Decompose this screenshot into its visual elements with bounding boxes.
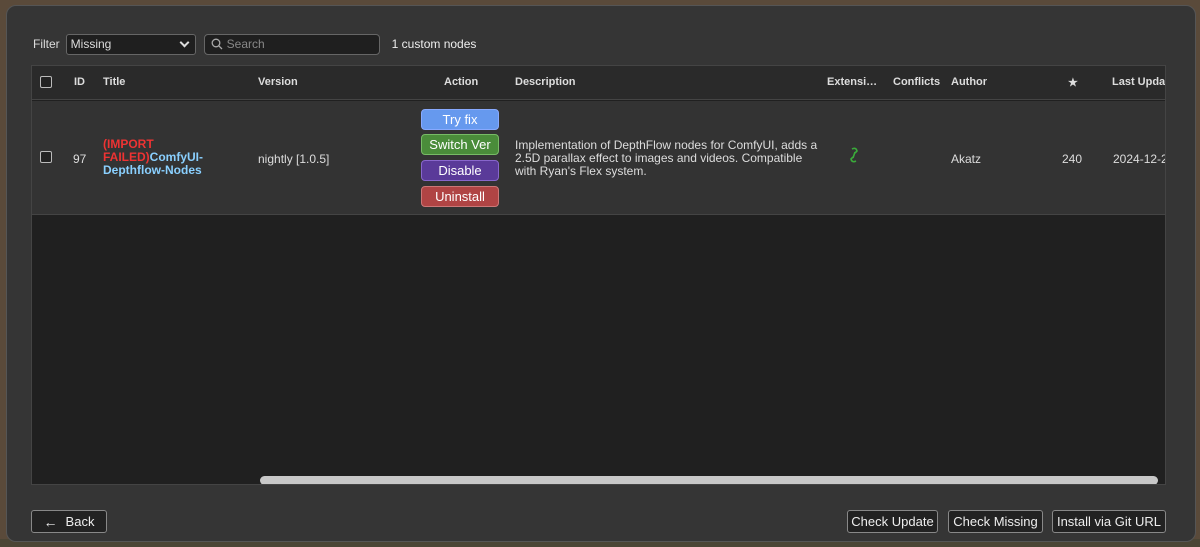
table-row: 97 (IMPORT FAILED)ComfyUI-Depthflow-Node…	[32, 101, 1165, 215]
nodes-table: ID Title Version Action Description Exte…	[31, 65, 1166, 485]
arrow-left-icon: ←	[43, 513, 58, 530]
row-checkbox[interactable]	[40, 151, 52, 163]
column-header-conflicts[interactable]: Conflicts	[893, 76, 940, 88]
uninstall-button[interactable]: Uninstall	[421, 186, 499, 207]
back-button-label: Back	[65, 514, 95, 529]
column-header-title[interactable]: Title	[103, 76, 125, 88]
row-last-update: 2024-12-20	[1113, 152, 1165, 166]
filter-selected-value: Missing	[70, 37, 112, 51]
row-title: (IMPORT FAILED)ComfyUI-Depthflow-Nodes	[103, 138, 223, 177]
select-all-checkbox[interactable]	[40, 76, 52, 88]
switch-version-button[interactable]: Switch Ver	[421, 134, 499, 155]
row-description: Implementation of DepthFlow nodes for Co…	[515, 138, 818, 178]
column-header-id[interactable]: ID	[74, 76, 85, 88]
column-header-action[interactable]: Action	[444, 76, 478, 88]
filter-select[interactable]: Missing	[65, 33, 196, 55]
column-header-last-update[interactable]: Last Updat	[1112, 76, 1165, 88]
row-version[interactable]: nightly [1.0.5]	[258, 152, 329, 166]
install-via-git-url-button[interactable]: Install via Git URL	[1052, 510, 1166, 533]
link-icon[interactable]	[848, 147, 860, 163]
try-fix-button[interactable]: Try fix	[421, 109, 499, 130]
check-update-button[interactable]: Check Update	[847, 510, 938, 533]
toolbar: Filter Missing 1 custom nodes	[33, 33, 476, 55]
row-author[interactable]: Akatz	[951, 152, 981, 166]
filter-label: Filter	[33, 37, 60, 51]
search-box[interactable]	[203, 33, 380, 55]
column-header-author[interactable]: Author	[951, 76, 987, 88]
horizontal-scrollbar[interactable]	[260, 476, 1158, 484]
row-id: 97	[73, 152, 87, 166]
column-header-extensions[interactable]: Extensi…	[827, 76, 877, 88]
check-missing-button[interactable]: Check Missing	[948, 510, 1043, 533]
custom-nodes-manager-dialog: Filter Missing 1 custom nodes ID Title V…	[6, 5, 1196, 542]
search-input[interactable]	[226, 37, 367, 51]
table-header: ID Title Version Action Description Exte…	[32, 66, 1165, 100]
chevron-down-icon	[179, 37, 190, 47]
search-icon	[211, 38, 223, 50]
column-header-description[interactable]: Description	[515, 76, 576, 88]
row-stars: 240	[1062, 152, 1083, 166]
back-button[interactable]: ← Back	[31, 510, 107, 533]
column-header-version[interactable]: Version	[258, 76, 298, 88]
column-header-stars[interactable]: ★	[1068, 76, 1078, 89]
disable-button[interactable]: Disable	[421, 160, 499, 181]
node-count: 1 custom nodes	[391, 37, 477, 51]
import-failed-status: (IMPORT FAILED)	[103, 137, 154, 164]
